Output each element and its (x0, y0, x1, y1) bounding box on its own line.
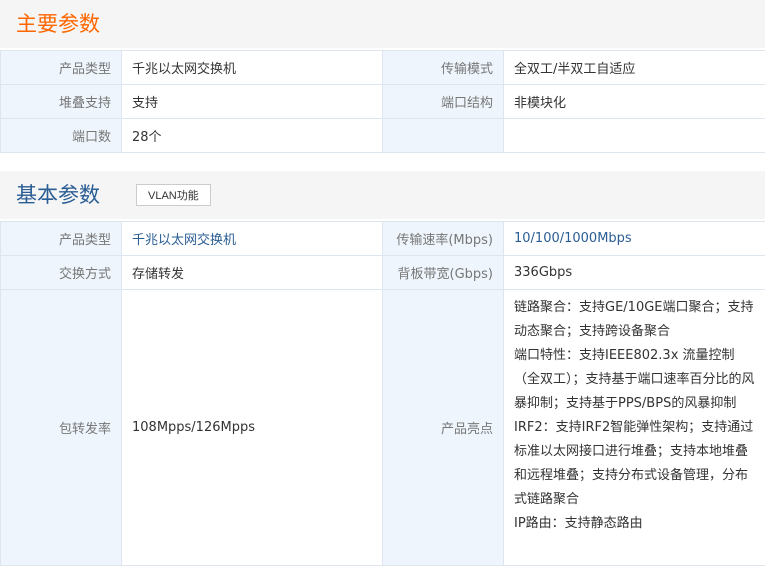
param-value: 存储转发 (121, 255, 383, 290)
param-value: 108Mpps/126Mpps (121, 289, 383, 566)
highlight-line: IP路由：支持静态路由 (514, 516, 643, 531)
section-spacer (0, 153, 765, 171)
main-params-header: 主要参数 (0, 0, 765, 50)
basic-params-title: 基本参数 (16, 183, 100, 207)
param-value: 千兆以太网交换机 (121, 50, 383, 85)
param-value-link[interactable]: 10/100/1000Mbps (503, 221, 765, 256)
param-label (382, 118, 504, 153)
param-label: 包转发率 (0, 289, 122, 566)
param-value: 全双工/半双工自适应 (503, 50, 765, 85)
table-row: 交换方式 存储转发 背板带宽(Gbps) 336Gbps (0, 255, 765, 290)
param-value-link[interactable]: 千兆以太网交换机 (121, 221, 383, 256)
basic-params-table: 产品类型 千兆以太网交换机 传输速率(Mbps) 10/100/1000Mbps… (0, 221, 765, 566)
highlight-line: 链路聚合：支持GE/10GE端口聚合；支持动态聚合；支持跨设备聚合 (514, 300, 754, 339)
param-value: 非模块化 (503, 84, 765, 119)
table-row: 产品类型 千兆以太网交换机 传输速率(Mbps) 10/100/1000Mbps (0, 221, 765, 256)
highlight-line: 端口特性：支持IEEE802.3x 流量控制（全双工）；支持基于端口速率百分比的… (514, 348, 755, 411)
main-params-title: 主要参数 (16, 12, 100, 36)
param-value: 支持 (121, 84, 383, 119)
basic-params-header: 基本参数 VLAN功能 (0, 171, 765, 221)
table-row: 产品类型 千兆以太网交换机 传输模式 全双工/半双工自适应 (0, 50, 765, 85)
param-label: 传输模式 (382, 50, 504, 85)
param-label: 堆叠支持 (0, 84, 122, 119)
param-label: 产品类型 (0, 221, 122, 256)
param-value: 28个 (121, 118, 383, 153)
highlights-cell: 链路聚合：支持GE/10GE端口聚合；支持动态聚合；支持跨设备聚合 端口特性：支… (503, 289, 765, 566)
param-label: 端口数 (0, 118, 122, 153)
highlight-line: IRF2：支持IRF2智能弹性架构；支持通过标准以太网接口进行堆叠；支持本地堆叠… (514, 420, 754, 507)
param-value: 336Gbps (503, 255, 765, 290)
param-value (503, 118, 765, 153)
param-label: 背板带宽(Gbps) (382, 255, 504, 290)
main-params-table: 产品类型 千兆以太网交换机 传输模式 全双工/半双工自适应 堆叠支持 支持 端口… (0, 50, 765, 153)
table-row: 端口数 28个 (0, 118, 765, 153)
param-label: 端口结构 (382, 84, 504, 119)
param-label: 产品类型 (0, 50, 122, 85)
param-label: 产品亮点 (382, 289, 504, 566)
param-label: 传输速率(Mbps) (382, 221, 504, 256)
vlan-function-button[interactable]: VLAN功能 (136, 184, 211, 206)
table-row: 包转发率 108Mpps/126Mpps 产品亮点 链路聚合：支持GE/10GE… (0, 289, 765, 566)
table-row: 堆叠支持 支持 端口结构 非模块化 (0, 84, 765, 119)
param-label: 交换方式 (0, 255, 122, 290)
